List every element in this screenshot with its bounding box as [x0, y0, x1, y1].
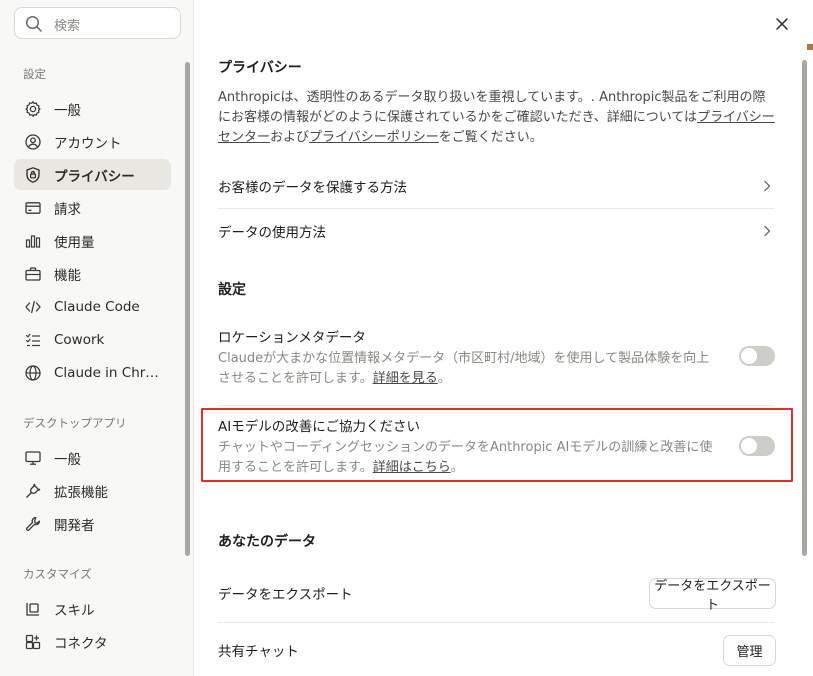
search-input[interactable]: 検索: [14, 7, 181, 39]
sidebar-item-billing[interactable]: 請求: [14, 192, 171, 223]
code-icon: [24, 298, 42, 316]
sidebar-item-connectors[interactable]: コネクタ: [14, 626, 171, 657]
location-metadata-description: Claudeが大まかな位置情報メタデータ（市区町村/地域）を使用して製品体験を向…: [218, 349, 713, 389]
export-data-label: データをエクスポート: [218, 587, 353, 603]
chevron-right-icon: [764, 180, 771, 192]
location-metadata-toggle[interactable]: [739, 346, 775, 366]
window-edge-accent: [807, 44, 813, 50]
divider: [218, 622, 774, 623]
toggle-knob: [741, 348, 757, 364]
sidebar-item-desktop-general[interactable]: 一般: [14, 442, 171, 473]
sidebar-item-skills[interactable]: スキル: [14, 593, 171, 624]
section-label-settings: 設定: [23, 67, 46, 81]
privacy-desc-text: Anthropicは、透明性のあるデータ取り扱いを重視しています。. Anthr…: [218, 90, 766, 125]
sidebar-item-label: 機能: [54, 267, 81, 284]
gear-icon: [24, 100, 42, 118]
sidebar-item-label: スキル: [54, 602, 95, 619]
data-usage-row[interactable]: データの使用方法: [218, 209, 774, 253]
location-learn-more-link[interactable]: 詳細を見る: [373, 371, 438, 386]
section-label-customize: カスタマイズ: [23, 567, 92, 581]
export-data-button[interactable]: データをエクスポート: [649, 578, 776, 613]
highlight-box: [201, 408, 793, 482]
sidebar-item-cowork[interactable]: Cowork: [14, 324, 171, 355]
bar-chart-icon: [24, 232, 42, 250]
shield-icon: [24, 166, 42, 184]
monitor-icon: [24, 449, 42, 467]
data-protection-label: お客様のデータを保護する方法: [218, 180, 407, 196]
shared-chats-row: 共有チャット: [218, 628, 774, 672]
settings-heading: 設定: [218, 282, 246, 298]
wrench-icon: [24, 515, 42, 533]
chevron-right-icon: [764, 225, 771, 237]
privacy-policy-link[interactable]: プライバシーポリシー: [309, 130, 439, 145]
sidebar-item-developer[interactable]: 開発者: [14, 508, 171, 539]
sidebar-item-claude-in-chrome[interactable]: Claude in Chr…: [14, 357, 171, 388]
sidebar-item-extensions[interactable]: 拡張機能: [14, 475, 171, 506]
search-placeholder: 検索: [54, 19, 81, 34]
sidebar-item-claude-code[interactable]: Claude Code: [14, 291, 171, 322]
credit-card-icon: [24, 199, 42, 217]
sidebar-item-label: プライバシー: [54, 168, 135, 185]
sidebar-item-account[interactable]: アカウント: [14, 126, 171, 157]
sidebar-item-usage[interactable]: 使用量: [14, 225, 171, 256]
settings-panel: プライバシー Anthropicは、透明性のあるデータ取り扱いを重視しています。…: [195, 0, 813, 676]
sidebar-item-label: 請求: [54, 201, 81, 218]
close-button[interactable]: [772, 14, 792, 34]
skill-icon: [24, 600, 42, 618]
privacy-desc-mid: および: [270, 130, 310, 145]
checklist-icon: [24, 331, 42, 349]
your-data-heading: あなたのデータ: [218, 534, 316, 550]
sidebar-item-privacy[interactable]: プライバシー: [14, 159, 171, 190]
manage-button[interactable]: 管理: [723, 635, 776, 666]
sidebar-scrollbar[interactable]: [185, 62, 190, 556]
privacy-desc-suffix: をご覧ください。: [438, 130, 543, 145]
data-usage-label: データの使用方法: [218, 225, 326, 241]
sidebar-item-label: 一般: [54, 102, 81, 119]
sidebar-item-label: 使用量: [54, 234, 95, 251]
divider: [218, 405, 774, 406]
plug-icon: [24, 482, 42, 500]
search-icon: [24, 14, 44, 34]
user-circle-icon: [24, 133, 42, 151]
main-scrollbar[interactable]: [802, 60, 807, 556]
sidebar-item-label: Cowork: [54, 331, 105, 348]
sidebar-item-features[interactable]: 機能: [14, 258, 171, 289]
sidebar: 検索 設定 一般 アカウント プライバシー 請求 使用量 機能 Claude C…: [0, 0, 194, 676]
location-desc-suffix: 。: [437, 371, 451, 386]
sidebar-item-general[interactable]: 一般: [14, 93, 171, 124]
sidebar-item-label: 拡張機能: [54, 484, 108, 501]
shared-chats-label: 共有チャット: [218, 644, 299, 660]
briefcase-icon: [24, 265, 42, 283]
privacy-description: Anthropicは、透明性のあるデータ取り扱いを重視しています。. Anthr…: [218, 88, 778, 148]
privacy-heading: プライバシー: [218, 60, 302, 76]
location-metadata-title: ロケーションメタデータ: [218, 330, 366, 346]
sidebar-item-label: Claude in Chr…: [54, 364, 159, 381]
sidebar-item-label: コネクタ: [54, 635, 108, 652]
section-label-desktop: デスクトップアプリ: [23, 416, 127, 430]
data-protection-row[interactable]: お客様のデータを保護する方法: [218, 164, 774, 208]
sidebar-item-label: Claude Code: [54, 298, 140, 315]
connector-icon: [24, 633, 42, 651]
sidebar-item-label: 一般: [54, 451, 81, 468]
close-icon: [776, 18, 788, 30]
sidebar-item-label: アカウント: [54, 135, 122, 152]
globe-icon: [24, 364, 42, 382]
sidebar-item-label: 開発者: [54, 517, 95, 534]
location-desc-text: Claudeが大まかな位置情報メタデータ（市区町村/地域）を使用して製品体験を向…: [218, 351, 710, 386]
